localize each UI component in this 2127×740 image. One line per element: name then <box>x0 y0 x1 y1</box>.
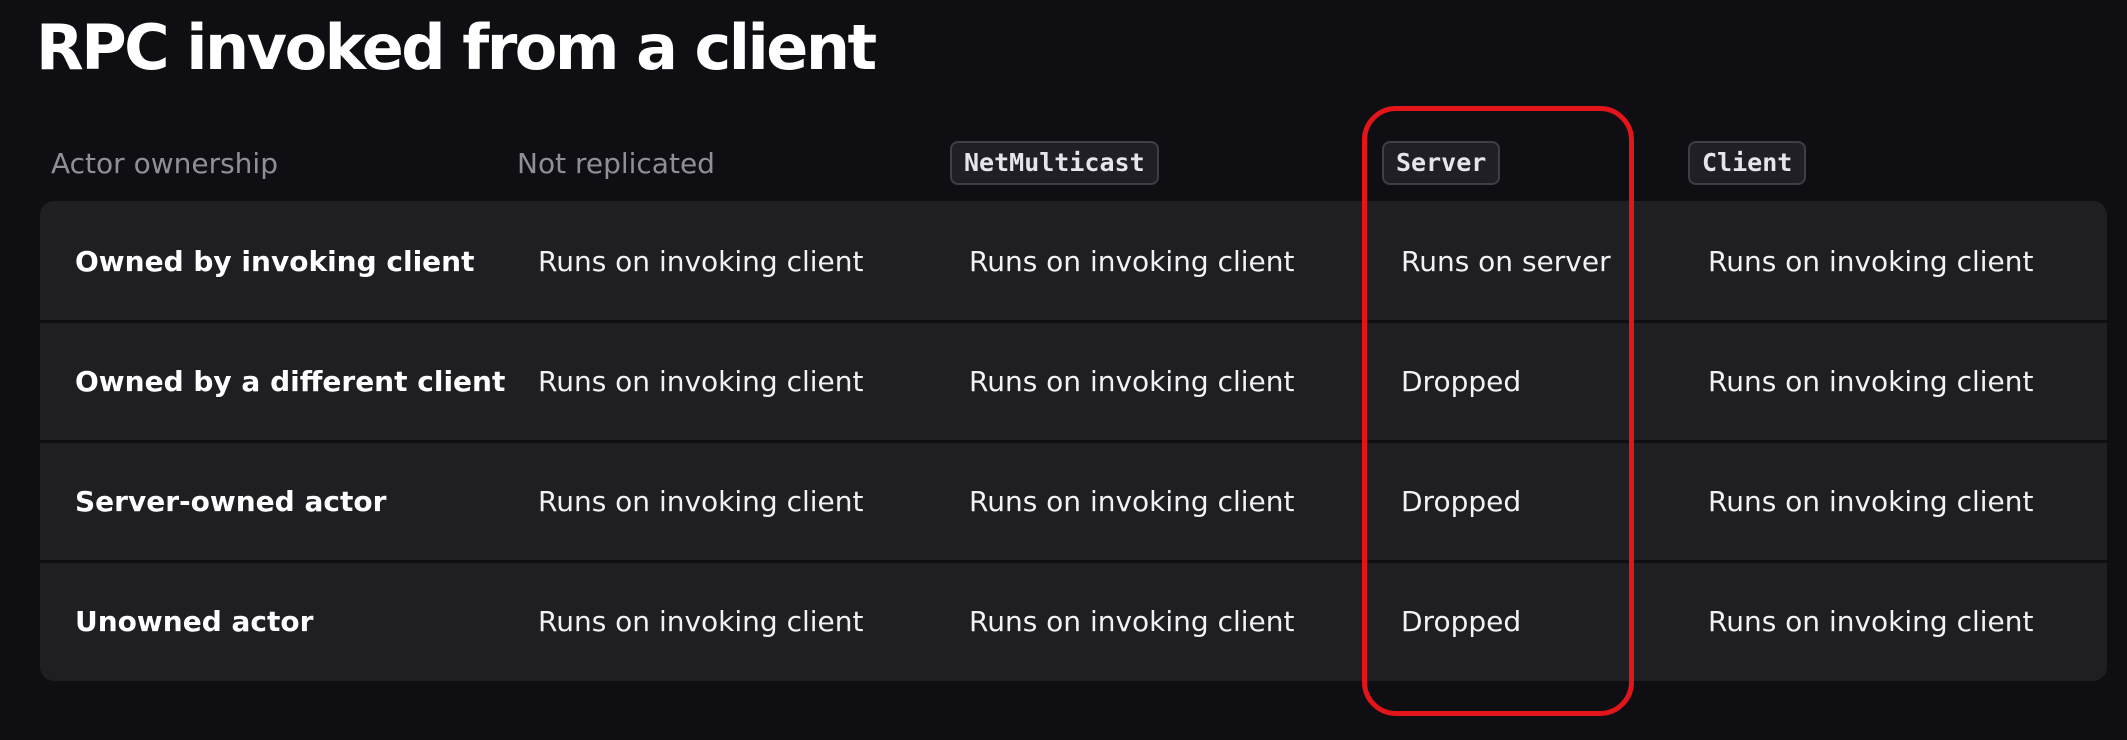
page-title: RPC invoked from a client <box>36 11 877 84</box>
cell-not-replicated: Runs on invoking client <box>538 484 864 518</box>
cell-netmulticast: Runs on invoking client <box>969 364 1295 398</box>
table-row: Owned by invoking client Runs on invokin… <box>40 201 2107 321</box>
column-header-label: Actor ownership <box>51 146 278 180</box>
cell-netmulticast: Runs on invoking client <box>969 484 1295 518</box>
column-header-code-badge: Server <box>1382 141 1501 185</box>
column-header-server: Server <box>1382 138 1501 188</box>
cell-client: Runs on invoking client <box>1708 604 2034 638</box>
row-label: Owned by invoking client <box>75 244 475 278</box>
cell-server: Dropped <box>1401 364 1522 398</box>
cell-not-replicated: Runs on invoking client <box>538 244 864 278</box>
cell-client: Runs on invoking client <box>1708 244 2034 278</box>
cell-not-replicated: Runs on invoking client <box>538 364 864 398</box>
cell-netmulticast: Runs on invoking client <box>969 604 1295 638</box>
cell-client: Runs on invoking client <box>1708 484 2034 518</box>
table-header: Actor ownership Not replicated NetMultic… <box>0 138 2127 188</box>
column-header-not-replicated: Not replicated <box>517 138 715 188</box>
column-header-netmulticast: NetMulticast <box>950 138 1159 188</box>
cell-not-replicated: Runs on invoking client <box>538 604 864 638</box>
column-header-code-badge: Client <box>1688 141 1807 185</box>
cell-server: Runs on server <box>1401 244 1611 278</box>
row-label: Server-owned actor <box>75 484 387 518</box>
ownership-table: Owned by invoking client Runs on invokin… <box>40 201 2107 681</box>
row-label: Unowned actor <box>75 604 314 638</box>
column-header-client: Client <box>1688 138 1807 188</box>
column-header-code-badge: NetMulticast <box>950 141 1159 185</box>
row-label: Owned by a different client <box>75 364 506 398</box>
table-row: Server-owned actor Runs on invoking clie… <box>40 441 2107 561</box>
cell-client: Runs on invoking client <box>1708 364 2034 398</box>
column-header-actor-ownership: Actor ownership <box>51 138 278 188</box>
cell-server: Dropped <box>1401 484 1522 518</box>
table-row: Unowned actor Runs on invoking client Ru… <box>40 561 2107 681</box>
column-header-label: Not replicated <box>517 146 715 180</box>
cell-server: Dropped <box>1401 604 1522 638</box>
table-row: Owned by a different client Runs on invo… <box>40 321 2107 441</box>
cell-netmulticast: Runs on invoking client <box>969 244 1295 278</box>
